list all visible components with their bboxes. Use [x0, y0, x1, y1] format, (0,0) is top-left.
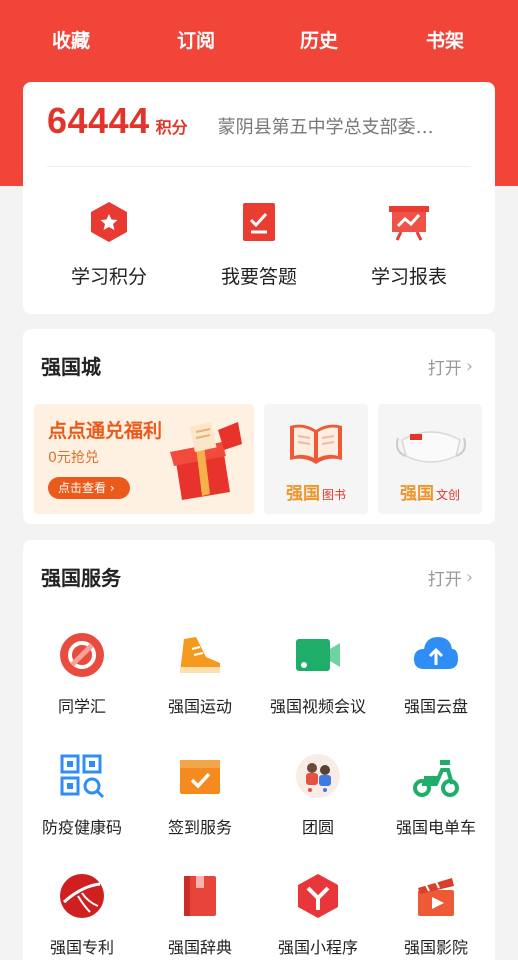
service-item[interactable]: 强国影院 [377, 872, 495, 958]
promo-banner[interactable]: 点点通兑福利 0元抢兑 点击查看 › [34, 404, 254, 514]
service-item[interactable]: 强国电单车 [377, 752, 495, 838]
nav-favorites[interactable]: 收藏 [52, 26, 90, 53]
reunion-icon [294, 752, 342, 800]
open-label: 打开 [427, 570, 462, 590]
divider [47, 166, 471, 167]
tile-sub: 文创 [435, 488, 460, 502]
checkin-icon [176, 752, 224, 800]
organization-name: 蒙阴县第五中学总支部委… [217, 117, 434, 138]
tile-brand: 强国 [399, 484, 434, 504]
tile-label: 强国 文创 [378, 479, 482, 504]
nav-history[interactable]: 历史 [300, 26, 338, 53]
points-unit: 积分 [155, 118, 188, 137]
quick-quiz[interactable]: 我要答题 [189, 200, 329, 289]
classmates-icon [58, 631, 106, 679]
service-item[interactable]: 强国小程序 [259, 872, 377, 958]
service-item[interactable]: 强国视频会议 [259, 631, 377, 717]
service-item[interactable]: 强国辞典 [141, 872, 259, 958]
top-nav: 收藏 订阅 历史 书架 [0, 26, 518, 56]
service-label: 强国辞典 [167, 938, 232, 957]
mask-icon [396, 422, 466, 472]
services-title: 强国服务 [41, 566, 121, 590]
service-item[interactable]: 强国专利 [23, 872, 141, 958]
points-badge-icon [87, 200, 131, 244]
promo-subtitle: 0元抢兑 [48, 450, 99, 466]
service-label: 强国运动 [167, 697, 232, 716]
nav-bookshelf[interactable]: 书架 [426, 26, 464, 53]
video-conference-icon [294, 631, 342, 679]
dictionary-icon [176, 872, 224, 920]
quick-label: 学习报表 [370, 266, 447, 288]
gift-box-icon [158, 414, 246, 506]
shop-tile-books[interactable]: 强国 图书 [264, 404, 368, 514]
service-item[interactable]: 防疫健康码 [23, 752, 141, 838]
sneaker-icon [176, 631, 224, 679]
cinema-icon [412, 872, 460, 920]
service-label: 强国视频会议 [269, 697, 366, 716]
service-item[interactable]: 团圆 [259, 752, 377, 838]
open-label: 打开 [427, 359, 462, 379]
shop-tile-creative[interactable]: 强国 文创 [378, 404, 482, 514]
chevron-right-icon: › [465, 567, 473, 588]
points-card: 64444 积分 蒙阴县第五中学总支部委… 学习积分 我要答题 学习报表 [23, 82, 495, 314]
mall-title: 强国城 [41, 355, 101, 379]
chevron-right-icon: › [465, 356, 473, 377]
tile-sub: 图书 [321, 488, 346, 502]
mall-card: 强国城 打开 › 点点通兑福利 0元抢兑 点击查看 › 强国 图书 强国 文创 [23, 329, 495, 524]
service-label: 同学汇 [57, 697, 106, 716]
quick-report[interactable]: 学习报表 [339, 200, 479, 289]
service-item[interactable]: 强国运动 [141, 631, 259, 717]
tile-label: 强国 图书 [264, 479, 368, 504]
service-item[interactable]: 签到服务 [141, 752, 259, 838]
report-chart-icon [387, 200, 431, 244]
quick-label: 我要答题 [220, 266, 297, 288]
qr-code-icon [58, 752, 106, 800]
promo-title: 点点通兑福利 [48, 420, 163, 442]
tile-brand: 强国 [285, 484, 320, 504]
service-item[interactable]: 强国云盘 [377, 631, 495, 717]
service-label: 强国专利 [49, 938, 114, 957]
cloud-upload-icon [412, 631, 460, 679]
mall-open-link[interactable]: 打开 › [428, 354, 473, 379]
service-label: 强国云盘 [403, 697, 468, 716]
service-label: 强国小程序 [277, 938, 358, 957]
service-label: 团圆 [301, 818, 334, 837]
service-label: 防疫健康码 [41, 818, 122, 837]
service-label: 强国电单车 [395, 818, 476, 837]
points-row[interactable]: 64444 积分 蒙阴县第五中学总支部委… [47, 100, 477, 150]
nav-subscriptions[interactable]: 订阅 [177, 26, 215, 53]
service-label: 强国影院 [403, 938, 468, 957]
services-card: 强国服务 打开 › 同学汇 强国运动 强国视频会议 强国云盘 防疫健康码 签到服… [23, 540, 495, 960]
patent-icon [58, 872, 106, 920]
points-value: 64444 [47, 100, 150, 141]
mini-program-icon [294, 872, 342, 920]
quick-study-points[interactable]: 学习积分 [39, 200, 179, 289]
service-item[interactable]: 同学汇 [23, 631, 141, 717]
quiz-checklist-icon [237, 200, 281, 244]
promo-view-button[interactable]: 点击查看 › [48, 477, 130, 499]
quick-label: 学习积分 [70, 266, 147, 288]
e-scooter-icon [412, 752, 460, 800]
service-label: 签到服务 [167, 818, 232, 837]
book-icon [286, 420, 346, 472]
services-open-link[interactable]: 打开 › [428, 565, 473, 590]
